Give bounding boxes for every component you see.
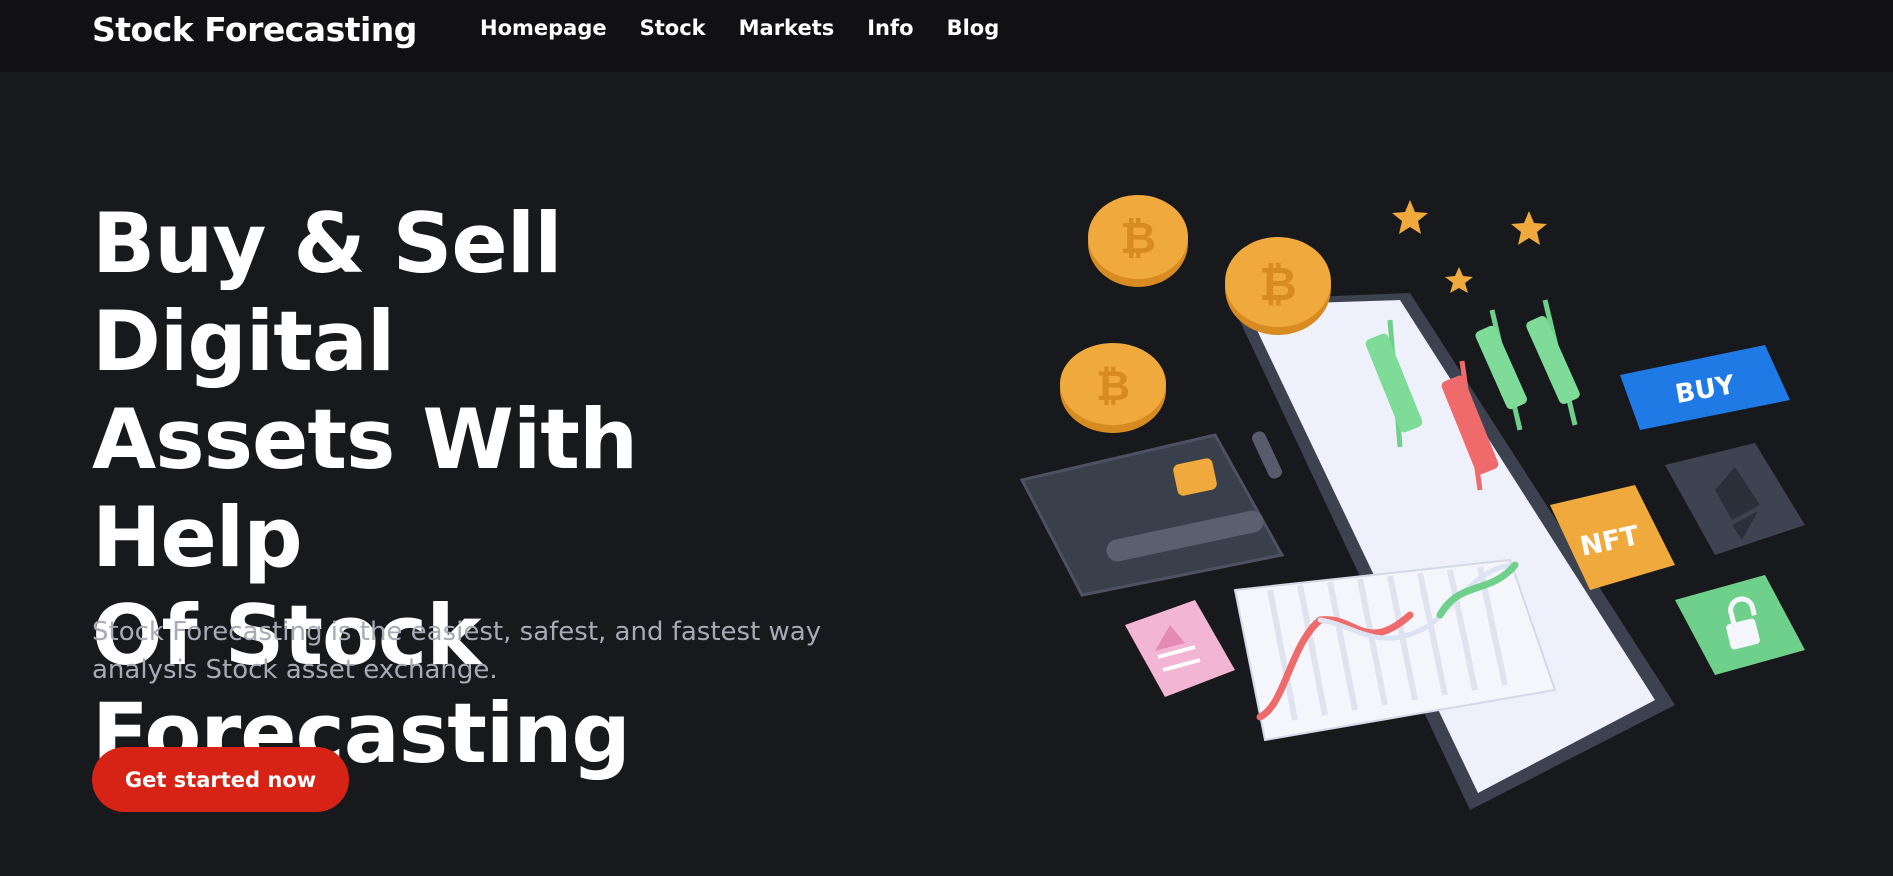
hero-subtitle-line: analysis Stock asset exchange. xyxy=(92,655,498,685)
hero-title-line: Buy & Sell Digital xyxy=(92,195,563,390)
svg-text:₿: ₿ xyxy=(1259,257,1297,311)
star-icon xyxy=(1511,211,1547,245)
get-started-button[interactable]: Get started now xyxy=(92,747,349,812)
star-icon xyxy=(1445,267,1473,293)
brand-logo-text[interactable]: Stock Forecasting xyxy=(92,10,417,49)
bitcoin-coin-icon: ₿ xyxy=(1060,343,1166,433)
bitcoin-coin-icon: ₿ xyxy=(1225,237,1331,335)
crypto-trading-illustration: BUY NFT ₿ ₿ ₿ xyxy=(1019,195,1805,810)
nav-blog[interactable]: Blog xyxy=(947,16,1000,40)
nav-homepage[interactable]: Homepage xyxy=(480,16,607,40)
hero-title-line: Assets With Help xyxy=(92,391,638,586)
lock-icon xyxy=(1675,575,1805,675)
buy-badge: BUY xyxy=(1620,345,1790,430)
credit-card-icon xyxy=(1019,433,1285,597)
ethereum-icon xyxy=(1665,443,1805,555)
star-icon xyxy=(1392,200,1428,234)
nav-stock[interactable]: Stock xyxy=(640,16,706,40)
bank-icon xyxy=(1125,600,1235,697)
nav-markets[interactable]: Markets xyxy=(739,16,835,40)
hero-title: Buy & Sell Digital Assets With Help Of S… xyxy=(92,195,872,783)
top-navbar: Stock Forecasting Homepage Stock Markets… xyxy=(0,0,1893,72)
bitcoin-coin-icon: ₿ xyxy=(1088,195,1188,287)
main-nav: Homepage Stock Markets Info Blog xyxy=(480,16,1032,40)
svg-text:₿: ₿ xyxy=(1096,361,1130,410)
nav-info[interactable]: Info xyxy=(867,16,913,40)
hero-subtitle-line: Stock Forecasting is the easiest, safest… xyxy=(92,617,822,647)
hero-subtitle: Stock Forecasting is the easiest, safest… xyxy=(92,613,832,689)
phone-side-button xyxy=(1252,431,1282,479)
svg-text:₿: ₿ xyxy=(1120,213,1156,264)
